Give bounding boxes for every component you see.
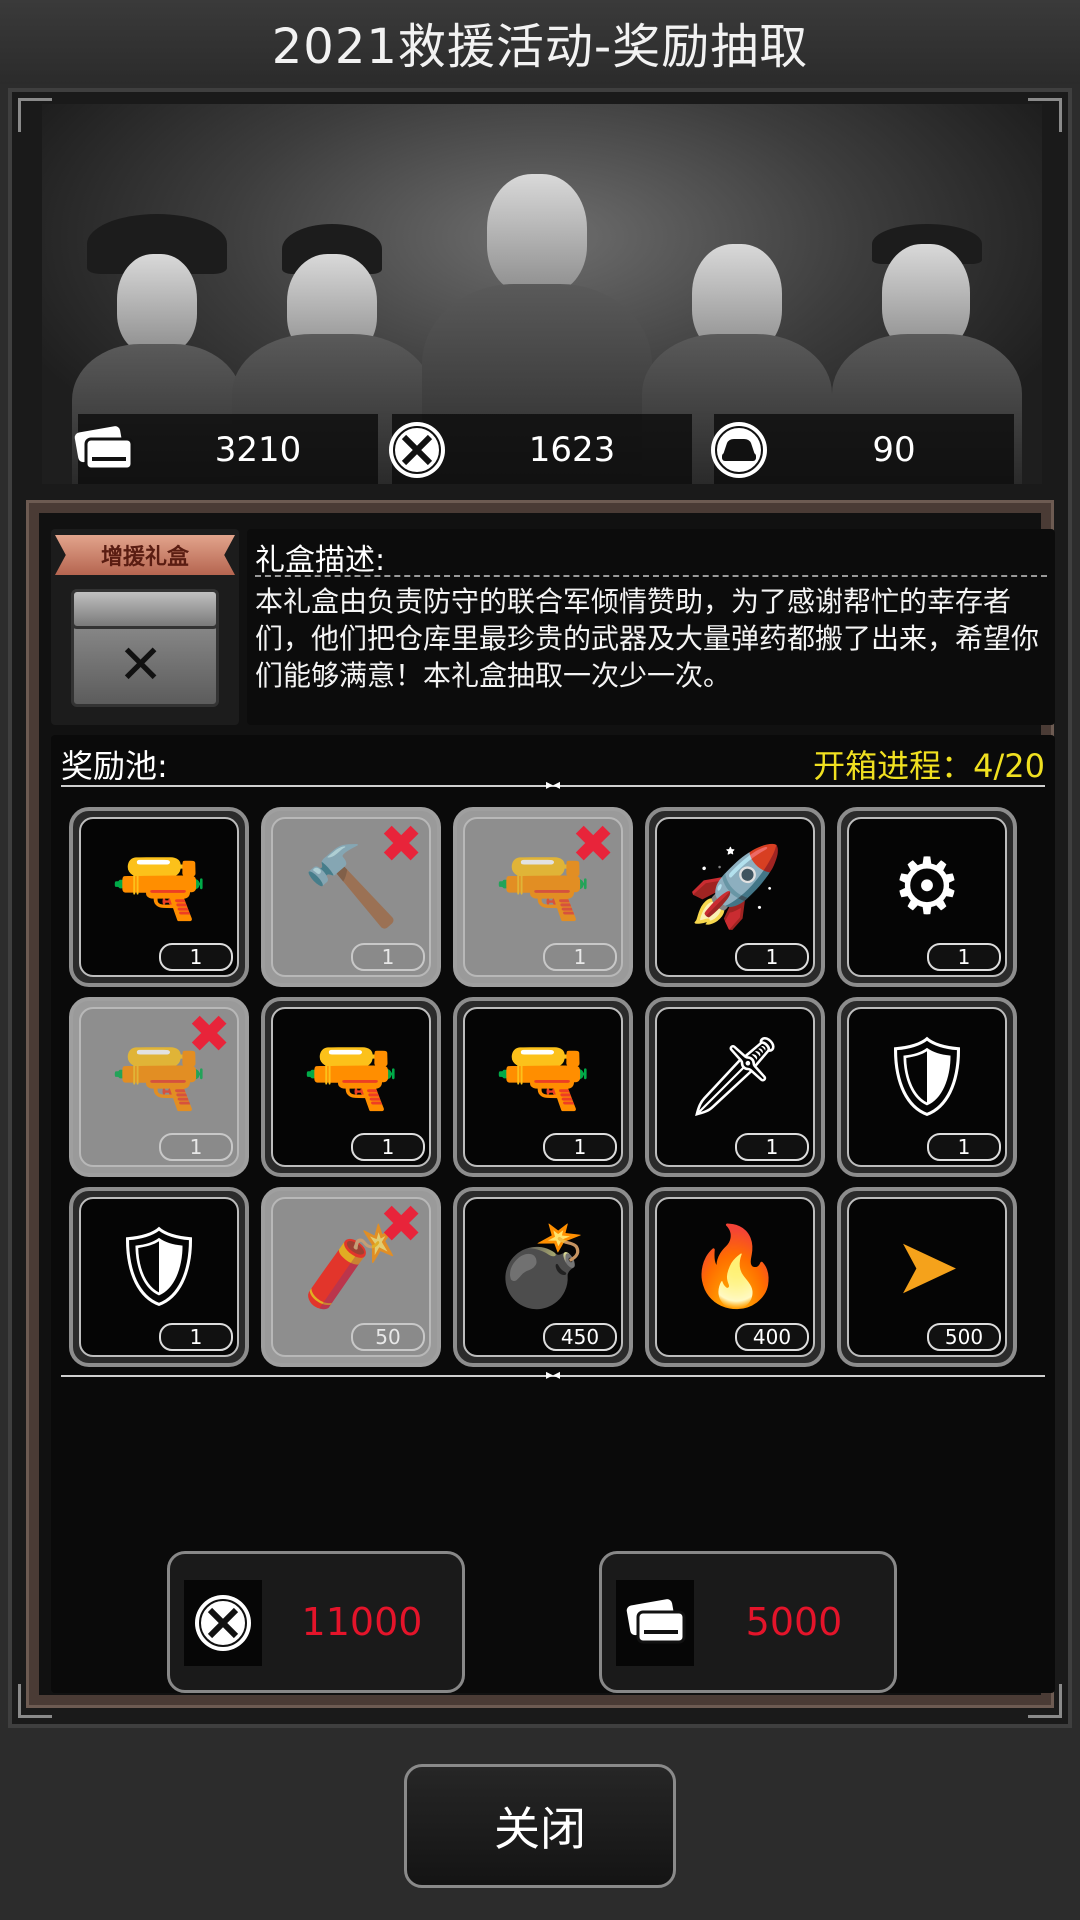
characters-banner: 3210 1623 90 bbox=[42, 104, 1042, 484]
reward-pool-label: 奖励池: bbox=[61, 747, 168, 785]
reward-panel: 增援礼盒 ✕ 礼盒描述: 本礼盒由负责防守的联合军倾情赞助，为了感谢帮忙的幸存者… bbox=[26, 500, 1055, 1708]
riot-shield-icon: 🛡 bbox=[109, 1222, 209, 1312]
currency-car: 90 bbox=[711, 414, 1014, 484]
reward-grid[interactable]: 🔫 1 🔨 1 ✖ 🔫 1 ✖ 🚀 1 ⚙ 1 🔫 1 ✖ 🔫 1 🔫 1 🗡 1 🛡 1 🛡 1 🧨 50 ✖ 💣 450 🔥 400 ➤ 50… bbox=[69, 807, 1039, 1367]
orange-shotgun-icon: 🔫 bbox=[110, 842, 208, 932]
reward-item-armor-vest[interactable]: 🛡 1 bbox=[837, 997, 1017, 1177]
reward-quantity: 1 bbox=[927, 943, 1001, 971]
reward-item-frag-grenade[interactable]: 💣 450 bbox=[453, 1187, 633, 1367]
crossed-swords-icon bbox=[184, 1580, 262, 1666]
reward-item-spear[interactable]: 🗡 1 bbox=[645, 997, 825, 1177]
assault-rifle-icon: 🔫 bbox=[302, 1032, 400, 1122]
cards-icon bbox=[70, 417, 136, 483]
currency-car-value: 90 bbox=[872, 430, 916, 470]
claimed-x-icon: ✖ bbox=[379, 815, 423, 875]
currency-cards: 3210 bbox=[74, 414, 378, 484]
minigun-icon: ⚙ bbox=[892, 842, 962, 932]
pump-shotgun-icon: 🔫 bbox=[494, 1032, 592, 1122]
frag-grenade-icon: 💣 bbox=[494, 1222, 592, 1312]
gift-box-ribbon: 增援礼盒 bbox=[55, 535, 235, 575]
reward-item-orange-shotgun[interactable]: 🔫 1 bbox=[69, 807, 249, 987]
reward-item-riot-shield[interactable]: 🛡 1 bbox=[69, 1187, 249, 1367]
gift-box-description: 礼盒描述: 本礼盒由负责防守的联合军倾情赞助，为了感谢帮忙的幸存者们，他们把仓库… bbox=[247, 529, 1055, 725]
rifle-ammo-icon: ➤ bbox=[894, 1222, 960, 1312]
currency-swords-value: 1623 bbox=[528, 430, 616, 470]
reward-quantity: 50 bbox=[351, 1323, 425, 1351]
armor-vest-icon: 🛡 bbox=[877, 1032, 977, 1122]
reward-item-rocket-launcher[interactable]: 🚀 1 bbox=[645, 807, 825, 987]
open-progress: 开箱进程：4/20 bbox=[813, 747, 1045, 785]
page-title: 2021救援活动-奖励抽取 bbox=[0, 0, 1080, 84]
reward-item-golden-hammer[interactable]: 🔨 1 ✖ bbox=[261, 807, 441, 987]
draw-cost-cards: 5000 bbox=[745, 1600, 843, 1644]
draw-cost-swords: 11000 bbox=[301, 1600, 423, 1644]
reward-item-rifle-ammo[interactable]: ➤ 500 bbox=[837, 1187, 1017, 1367]
reward-item-flashbang[interactable]: 🧨 50 ✖ bbox=[261, 1187, 441, 1367]
reward-quantity: 1 bbox=[159, 1323, 233, 1351]
reward-quantity: 400 bbox=[735, 1323, 809, 1351]
reward-item-fire-bomb[interactable]: 🔥 400 bbox=[645, 1187, 825, 1367]
reward-quantity: 1 bbox=[735, 1133, 809, 1161]
crossed-swords-icon bbox=[384, 417, 450, 483]
draw-button-cards[interactable]: 5000 bbox=[599, 1551, 897, 1693]
divider-bottom: ▸◂ bbox=[61, 1367, 1045, 1383]
reward-item-assault-rifle[interactable]: 🔫 1 bbox=[261, 997, 441, 1177]
fire-bomb-icon: 🔥 bbox=[686, 1222, 784, 1312]
currency-cards-value: 3210 bbox=[214, 430, 302, 470]
claimed-x-icon: ✖ bbox=[571, 815, 615, 875]
rocket-launcher-icon: 🚀 bbox=[686, 842, 784, 932]
reward-quantity: 1 bbox=[159, 1133, 233, 1161]
description-title: 礼盒描述: bbox=[255, 535, 1047, 578]
reward-item-pump-shotgun[interactable]: 🔫 1 bbox=[453, 997, 633, 1177]
close-button[interactable]: 关闭 bbox=[404, 1764, 676, 1888]
draw-button-swords[interactable]: 11000 bbox=[167, 1551, 465, 1693]
reward-quantity: 450 bbox=[543, 1323, 617, 1351]
reward-quantity: 1 bbox=[351, 943, 425, 971]
spear-icon: 🗡 bbox=[685, 1032, 785, 1122]
gift-box-thumbnail: 增援礼盒 ✕ bbox=[51, 529, 239, 725]
claimed-x-icon: ✖ bbox=[187, 1005, 231, 1065]
car-icon bbox=[706, 417, 772, 483]
reward-quantity: 1 bbox=[543, 943, 617, 971]
reward-quantity: 1 bbox=[159, 943, 233, 971]
chest-icon: ✕ bbox=[71, 589, 219, 707]
divider-top: ▸◂ bbox=[61, 777, 1045, 793]
cards-icon bbox=[616, 1580, 694, 1666]
reward-item-sniper-rifle[interactable]: 🔫 1 ✖ bbox=[453, 807, 633, 987]
currency-swords: 1623 bbox=[389, 414, 692, 484]
reward-quantity: 1 bbox=[927, 1133, 1001, 1161]
reward-quantity: 1 bbox=[543, 1133, 617, 1161]
reward-item-minigun[interactable]: ⚙ 1 bbox=[837, 807, 1017, 987]
reward-quantity: 1 bbox=[351, 1133, 425, 1161]
reward-pool: 奖励池: 开箱进程：4/20 ▸◂ 🔫 1 🔨 1 ✖ 🔫 1 ✖ 🚀 1 ⚙ 1 🔫 1 ✖ 🔫 1 🔫 1 🗡 1 🛡… bbox=[51, 735, 1055, 1693]
reward-quantity: 500 bbox=[927, 1323, 1001, 1351]
reward-item-grenade-launcher[interactable]: 🔫 1 ✖ bbox=[69, 997, 249, 1177]
claimed-x-icon: ✖ bbox=[379, 1195, 423, 1255]
reward-quantity: 1 bbox=[735, 943, 809, 971]
description-text: 本礼盒由负责防守的联合军倾情赞助，为了感谢帮忙的幸存者们，他们把仓库里最珍贵的武… bbox=[255, 585, 1040, 692]
event-frame: 3210 1623 90 增援礼盒 ✕ 礼盒描述: 本礼盒由负责防守的联合军倾情… bbox=[8, 88, 1072, 1728]
